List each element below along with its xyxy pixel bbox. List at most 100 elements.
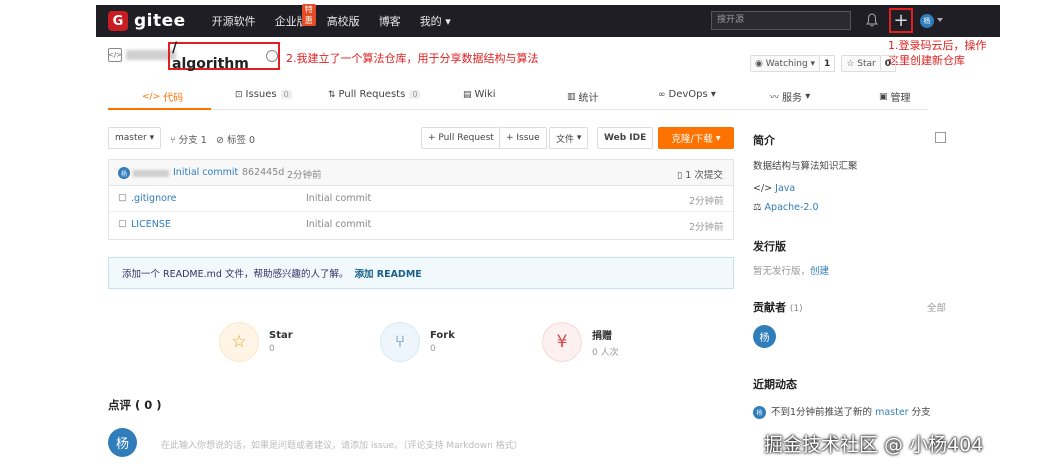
nav-open-source[interactable]: 开源软件 (212, 13, 256, 29)
watching-count[interactable]: 1 (820, 55, 836, 72)
sidebar-release: 暂无发行版，创建 (753, 263, 829, 277)
stat-fork-label: Fork (430, 330, 455, 341)
commit-author-blurred[interactable] (133, 170, 169, 177)
commit-author-avatar[interactable]: 杨 (118, 167, 130, 179)
code-icon: </> (753, 183, 776, 194)
tab-issues-label: Issues (245, 89, 277, 100)
stat-star-label: Star (269, 330, 293, 341)
tab-pr-label: Pull Requests (338, 89, 406, 100)
commit-message[interactable]: Initial commit (173, 167, 238, 178)
branch-select[interactable]: master ▾ (108, 127, 162, 149)
star-count[interactable]: 0 (880, 55, 896, 72)
nav-education[interactable]: 高校版 (327, 13, 360, 29)
stat-fork[interactable]: ⑂ Fork 0 (380, 322, 455, 362)
stat-donate[interactable]: ¥ 捐赠 0 人次 (542, 322, 619, 362)
activity-text: 不到1分钟前推送了新的 (771, 407, 873, 418)
nav-enterprise[interactable]: 企业版 特惠 (275, 4, 316, 29)
repo-settings-icon[interactable] (266, 50, 278, 62)
commit-count[interactable]: ▯ 1 次提交 (677, 167, 723, 181)
readme-prompt-text: 添加一个 README.md 文件，帮助感兴趣的人了解。 (122, 269, 349, 280)
stat-donate-label: 捐赠 (592, 330, 612, 342)
language-link[interactable]: Java (775, 183, 795, 194)
watching-label: Watching (765, 58, 808, 69)
file-time: 2分钟前 (689, 222, 724, 233)
add-readme-link[interactable]: 添加 README (354, 266, 421, 280)
tab-manage-label: 管理 (890, 93, 911, 104)
contributor-avatar[interactable]: 杨 (753, 325, 776, 348)
annotation-2: 2.我建立了一个算法仓库，用于分享数据结构与算法 (286, 52, 539, 65)
new-pull-request-button[interactable]: + Pull Request (421, 127, 501, 149)
brand-name: gitee (134, 11, 186, 31)
donate-icon: ¥ (542, 322, 582, 362)
top-navbar: G gitee 开源软件 企业版 特惠 高校版 博客 我的 ▾ 搜开源 + 杨 (96, 4, 1000, 37)
file-name[interactable]: .gitignore (131, 193, 176, 204)
watching-button[interactable]: ◉ Watching ▾ (750, 55, 821, 72)
branches-label: 分支 1 (178, 135, 207, 146)
create-release-link[interactable]: 创建 (810, 266, 829, 277)
sidebar-release-title: 发行版 (753, 240, 786, 253)
branch-icon: ⑂ (170, 135, 179, 146)
star-icon: ☆ (219, 322, 259, 362)
code-repo-icon: </> (108, 48, 122, 62)
tags-label: 标签 0 (226, 135, 256, 146)
comments-title: 点评 ( 0 ) (108, 398, 162, 412)
clone-label: 克隆/下载 (671, 134, 713, 145)
stat-star[interactable]: ☆ Star 0 (219, 322, 293, 362)
file-row[interactable]: ▢ LICENSE Initial commit 2分钟前 (109, 212, 733, 238)
tab-manage[interactable]: ▣ 管理 (879, 89, 911, 105)
tab-pull-requests[interactable]: ⇅ Pull Requests 0 (328, 89, 421, 100)
tab-devops[interactable]: ∞ DevOps ▾ (658, 89, 716, 100)
settings-icon: ▣ (879, 91, 888, 102)
file-menu-button[interactable]: 文件 ▾ (549, 127, 589, 149)
bell-icon[interactable] (866, 13, 878, 27)
file-commit-message[interactable]: Initial commit (306, 219, 371, 230)
watermark: 掘金技术社区 @ 小杨404 (764, 434, 984, 456)
nav-mine[interactable]: 我的 ▾ (420, 13, 451, 29)
file-commit-message[interactable]: Initial commit (306, 193, 371, 204)
tab-wiki[interactable]: ▤ Wiki (463, 89, 496, 100)
branch-label: master (115, 133, 147, 143)
tab-services[interactable]: 〰服务 ▾ (770, 89, 810, 104)
annotation-1: 1.登录码云后，操作 这里创建新仓库 (888, 38, 1008, 68)
stat-fork-value: 0 (430, 344, 436, 354)
comment-input[interactable]: 在此输入你想说的话，如果是问题或者建议，请添加 issue。（评论支持 Mark… (161, 438, 523, 451)
annotation-1-line1: 1.登录码云后，操作 (888, 39, 987, 52)
nav-blog[interactable]: 博客 (379, 13, 401, 29)
branches-link[interactable]: ⑂ 分支 1 (170, 132, 207, 146)
file-name[interactable]: LICENSE (131, 219, 171, 230)
tags-link[interactable]: ⊘ 标签 0 (216, 132, 255, 146)
active-tab-underline (108, 108, 211, 110)
avatar-caret-icon[interactable] (937, 18, 943, 22)
sidebar-intro-text: 数据结构与算法知识汇聚 (753, 161, 858, 172)
search-input[interactable]: 搜开源 (711, 11, 851, 30)
web-ide-button[interactable]: Web IDE (597, 127, 654, 149)
comment-user-avatar[interactable]: 杨 (108, 428, 137, 457)
tab-code-label: 代码 (163, 93, 184, 104)
license-link[interactable]: Apache-2.0 (765, 202, 819, 213)
repo-name[interactable]: / algorithm (172, 40, 258, 72)
contributors-all-link[interactable]: 全部 (927, 300, 946, 314)
annotation-1-line2: 这里创建新仓库 (888, 54, 965, 67)
create-new-button[interactable]: + (889, 8, 913, 33)
code-icon: </> (142, 91, 161, 102)
tab-code[interactable]: </> 代码 (142, 89, 184, 105)
contributors-count: (1) (789, 304, 803, 314)
star-button[interactable]: ☆ Star (841, 55, 881, 72)
tab-issues[interactable]: ⊡ Issues 0 (235, 89, 292, 100)
file-row[interactable]: ▢ .gitignore Initial commit 2分钟前 (109, 186, 733, 212)
commit-hash[interactable]: 862445d (242, 167, 284, 178)
activity-branch-link[interactable]: master (875, 407, 909, 418)
sidebar-license[interactable]: ⚖ Apache-2.0 (753, 202, 819, 213)
tab-stats[interactable]: ▥ 统计 (567, 89, 599, 105)
edit-icon[interactable] (935, 132, 946, 143)
user-avatar[interactable]: 杨 (920, 14, 934, 28)
stat-donate-value: 0 人次 (592, 347, 619, 358)
gitee-logo[interactable]: G gitee (108, 11, 186, 31)
activity-avatar[interactable]: 杨 (753, 406, 766, 419)
new-issue-button[interactable]: + Issue (499, 127, 547, 149)
contributors-label: 贡献者 (753, 301, 786, 314)
eye-icon: ◉ (755, 58, 766, 69)
commit-time: 2分钟前 (287, 170, 322, 181)
clone-download-button[interactable]: 克隆/下载 ▾ (658, 127, 734, 149)
sidebar-language[interactable]: </> Java (753, 183, 795, 194)
